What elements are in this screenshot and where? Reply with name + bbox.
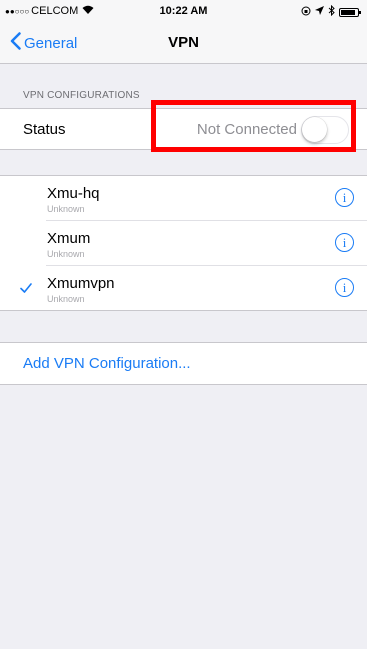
vpn-config-status: Unknown bbox=[47, 249, 85, 259]
status-label: Status bbox=[23, 121, 66, 138]
vpn-configuration-list: Xmu-hq Unknown i Xmum Unknown i Xmumvpn … bbox=[0, 175, 367, 311]
add-vpn-configuration-link[interactable]: Add VPN Configuration... bbox=[23, 355, 191, 372]
status-bar: ●●○○○ CELCOM 10:22 AM bbox=[0, 0, 367, 22]
bluetooth-icon bbox=[328, 4, 335, 19]
page-title: VPN bbox=[168, 34, 199, 51]
vpn-connect-toggle[interactable] bbox=[301, 116, 349, 144]
info-icon[interactable]: i bbox=[335, 278, 354, 297]
lock-rotation-icon bbox=[301, 6, 311, 19]
battery-icon bbox=[339, 7, 361, 17]
vpn-config-name: Xmumvpn bbox=[47, 275, 115, 292]
vpn-config-name: Xmu-hq bbox=[47, 185, 100, 202]
info-icon[interactable]: i bbox=[335, 233, 354, 252]
vpn-config-name: Xmum bbox=[47, 230, 91, 247]
info-icon[interactable]: i bbox=[335, 188, 354, 207]
location-icon bbox=[315, 6, 324, 18]
status-value: Not Connected bbox=[196, 121, 297, 138]
checkmark-icon bbox=[20, 280, 32, 297]
vpn-config-xmumvpn[interactable]: Xmumvpn Unknown i bbox=[0, 266, 367, 311]
vpn-config-status: Unknown bbox=[47, 294, 85, 304]
vpn-config-xmu-hq[interactable]: Xmu-hq Unknown i bbox=[0, 176, 367, 221]
toggle-knob bbox=[302, 117, 327, 142]
add-vpn-configuration-row[interactable]: Add VPN Configuration... bbox=[0, 342, 367, 385]
section-header-vpn-configurations: VPN CONFIGURATIONS bbox=[23, 90, 140, 101]
vpn-config-xmum[interactable]: Xmum Unknown i bbox=[0, 221, 367, 266]
vpn-status-row: Status Not Connected bbox=[0, 108, 367, 150]
status-icons bbox=[301, 4, 361, 19]
vpn-config-status: Unknown bbox=[47, 204, 85, 214]
navigation-bar: General VPN bbox=[0, 22, 367, 64]
